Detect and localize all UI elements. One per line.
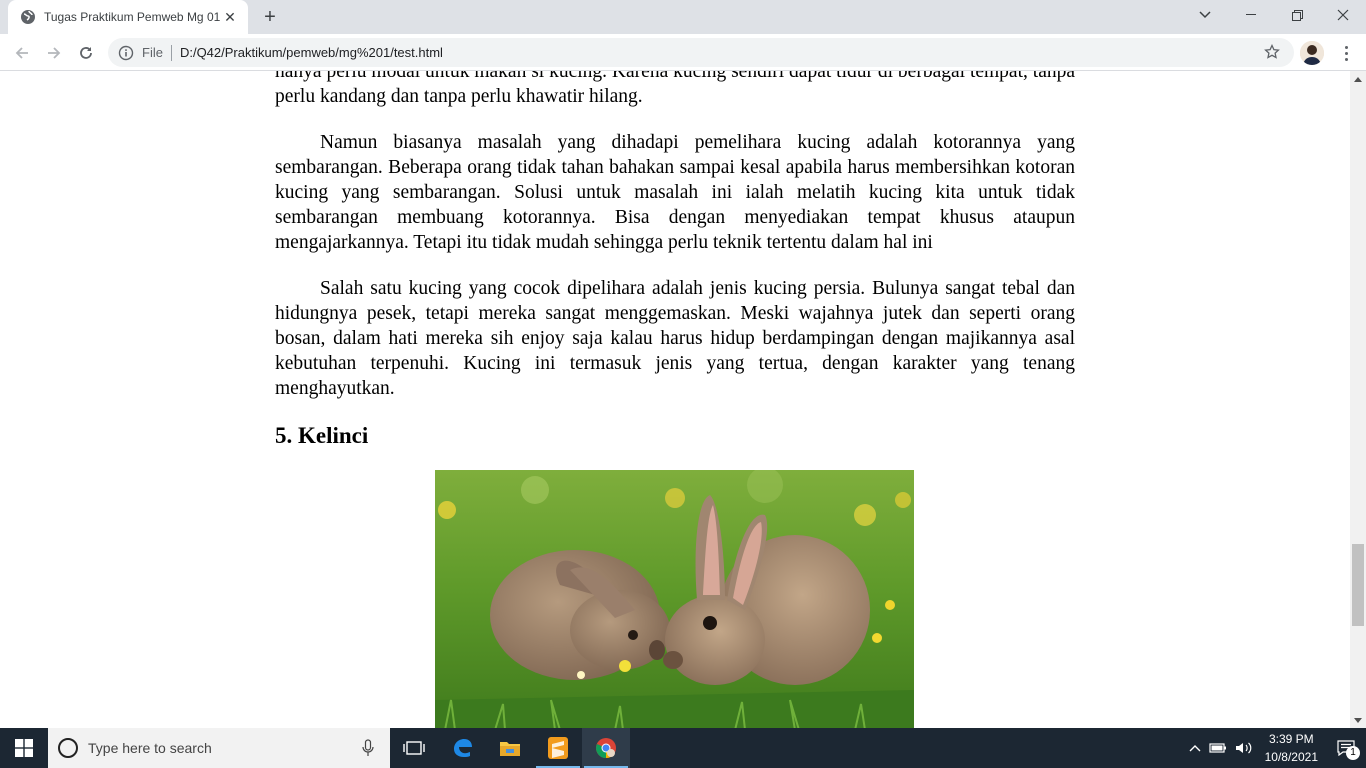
profile-avatar[interactable]: [1300, 41, 1324, 65]
close-tab-icon[interactable]: ✕: [222, 9, 238, 26]
action-center-button[interactable]: 1: [1326, 728, 1366, 768]
address-separator: [170, 44, 172, 61]
address-bar[interactable]: File D:/Q42/Praktikum/pemweb/mg%201/test…: [108, 38, 1294, 67]
browser-toolbar: File D:/Q42/Praktikum/pemweb/mg%201/test…: [0, 34, 1366, 71]
scheme-label: File: [142, 45, 163, 60]
edge-icon: [454, 739, 472, 757]
new-tab-button[interactable]: +: [258, 6, 282, 28]
browser-tab-strip: Tugas Praktikum Pemweb Mg 01 ✕ +: [0, 0, 1366, 34]
reload-icon: [80, 47, 92, 59]
clock-date: 10/8/2021: [1264, 750, 1318, 764]
battery-icon[interactable]: [1205, 728, 1231, 768]
chevron-up-icon[interactable]: [1185, 728, 1205, 768]
search-placeholder: Type here to search: [88, 740, 212, 756]
chrome-icon: [596, 738, 616, 759]
volume-icon[interactable]: [1231, 728, 1257, 768]
vertical-scrollbar[interactable]: [1350, 71, 1366, 728]
rabbit-photo: [435, 470, 914, 728]
windows-taskbar: Type here to search 3:39 PM 10/8/2021 1: [0, 728, 1366, 768]
minimize-button[interactable]: [1228, 0, 1274, 30]
browser-menu-icon[interactable]: [1336, 41, 1356, 65]
cortana-icon: [58, 738, 78, 758]
scroll-down-arrow-icon[interactable]: [1350, 712, 1366, 728]
taskbar-sublime-text[interactable]: [534, 728, 582, 768]
paragraph-litter: Namun biasanya masalah yang dihadapi pem…: [275, 132, 1075, 253]
system-tray: 3:39 PM 10/8/2021 1: [1185, 728, 1366, 768]
taskbar-edge[interactable]: [438, 728, 486, 768]
windows-logo-icon: [15, 739, 33, 757]
taskbar-search-box[interactable]: Type here to search: [48, 728, 390, 768]
sublime-text-icon: [548, 737, 568, 759]
scroll-up-arrow-icon[interactable]: [1350, 71, 1366, 87]
notification-count-badge: 1: [1346, 746, 1360, 760]
start-button[interactable]: [0, 728, 48, 768]
browser-tab[interactable]: Tugas Praktikum Pemweb Mg 01 ✕: [8, 0, 248, 34]
folder-icon: [500, 742, 520, 756]
paragraph-cut-off: hanya perlu modal untuk makan si kucing.…: [275, 71, 1075, 107]
url-text[interactable]: D:/Q42/Praktikum/pemweb/mg%201/test.html: [180, 45, 443, 60]
clock-time: 3:39 PM: [1268, 732, 1314, 746]
bookmark-star-icon[interactable]: [1264, 44, 1280, 60]
paragraph-persian-cat: Salah satu kucing yang cocok dipelihara …: [275, 278, 1075, 399]
arrow-right-icon: [48, 47, 61, 59]
section-heading: 5. Kelinci: [275, 423, 369, 448]
task-view-icon: [403, 741, 425, 755]
microphone-icon[interactable]: [362, 739, 374, 757]
close-window-button[interactable]: [1320, 0, 1366, 30]
restore-button[interactable]: [1274, 0, 1320, 30]
article: hanya perlu modal untuk makan si kucing.…: [275, 71, 1075, 728]
tab-title: Tugas Praktikum Pemweb Mg 01: [44, 10, 221, 24]
info-icon[interactable]: [118, 45, 134, 61]
back-button[interactable]: [8, 39, 36, 67]
taskbar-file-explorer[interactable]: [486, 728, 534, 768]
forward-button[interactable]: [40, 39, 68, 67]
page-viewport: hanya perlu modal untuk makan si kucing.…: [0, 71, 1350, 728]
arrow-left-icon: [15, 47, 28, 59]
system-clock[interactable]: 3:39 PM 10/8/2021: [1257, 730, 1326, 766]
tab-search-icon[interactable]: [1182, 0, 1228, 30]
task-view-button[interactable]: [390, 728, 438, 768]
globe-icon: [20, 9, 36, 25]
reload-button[interactable]: [72, 39, 100, 67]
taskbar-chrome[interactable]: [582, 728, 630, 768]
scrollbar-thumb[interactable]: [1352, 544, 1364, 626]
